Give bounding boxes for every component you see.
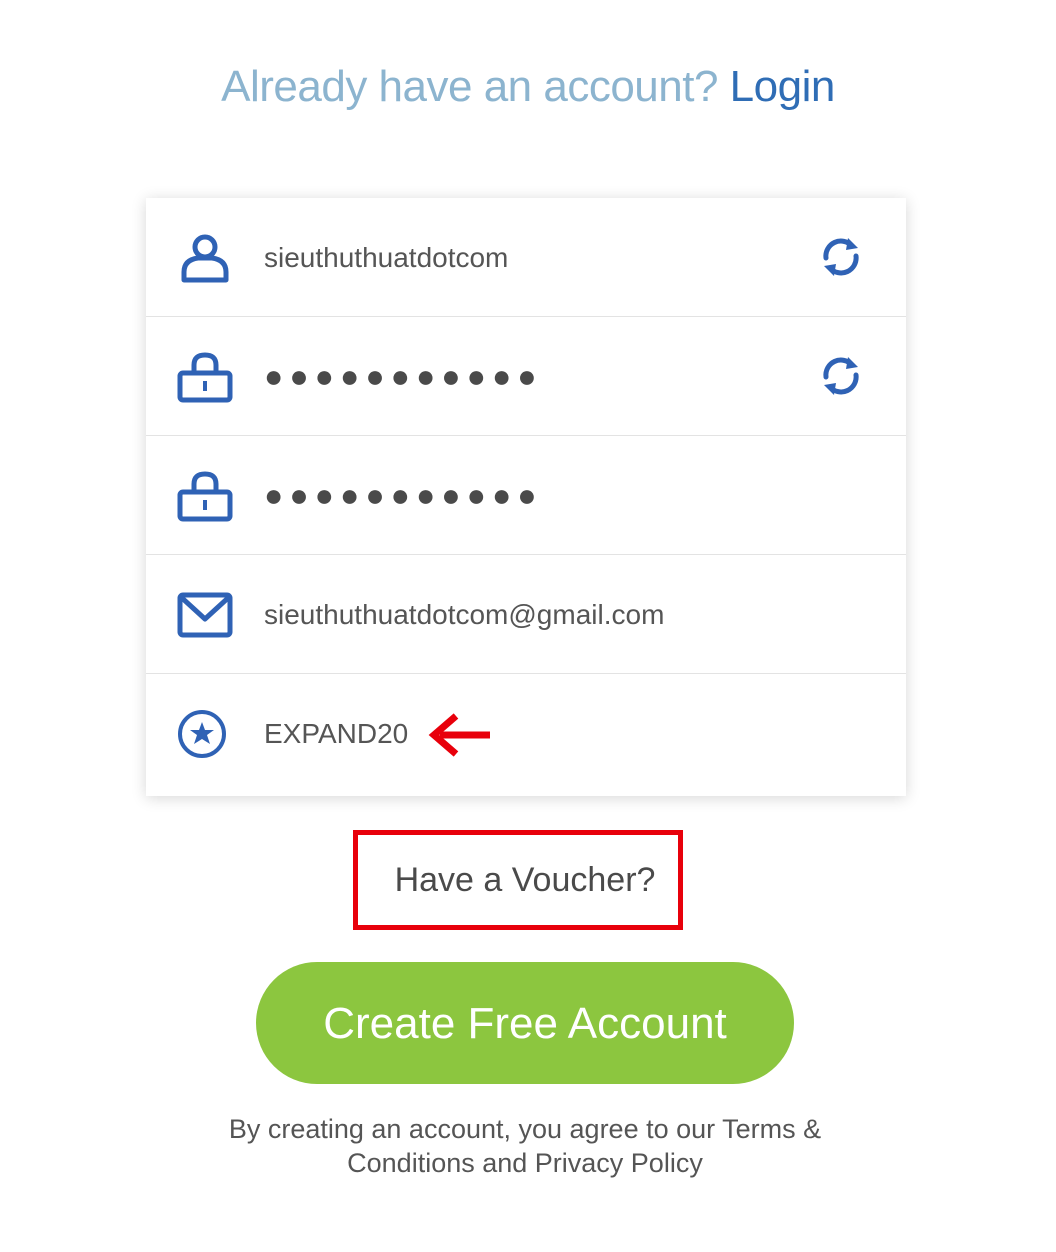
voucher-highlight-box: Have a Voucher? xyxy=(353,830,683,930)
password-input[interactable]: ●●●●●●●●●●● xyxy=(264,317,804,436)
email-input[interactable] xyxy=(264,555,804,674)
user-icon xyxy=(181,234,229,283)
login-link[interactable]: Login xyxy=(730,62,836,111)
envelope-icon xyxy=(177,592,233,638)
voucher-row xyxy=(146,674,906,796)
lock-icon xyxy=(177,352,233,403)
refresh-icon[interactable] xyxy=(818,353,864,399)
login-prompt: Already have an account? Login xyxy=(0,62,1056,112)
arrow-left-icon xyxy=(428,713,490,757)
login-prompt-text: Already have an account? xyxy=(221,62,718,111)
voucher-input[interactable] xyxy=(264,674,414,793)
lock-icon xyxy=(177,471,233,522)
confirm-password-input[interactable]: ●●●●●●●●●●● xyxy=(264,436,804,555)
voucher-link[interactable]: Have a Voucher? xyxy=(358,835,678,925)
signup-form: ●●●●●●●●●●● ●●●●●●●●●●● xyxy=(146,198,906,796)
email-row xyxy=(146,555,906,674)
refresh-icon[interactable] xyxy=(818,234,864,280)
star-circle-icon xyxy=(178,710,226,758)
username-input[interactable] xyxy=(264,198,804,317)
username-row xyxy=(146,198,906,317)
legal-text: By creating an account, you agree to our… xyxy=(228,1114,822,1178)
confirm-password-row: ●●●●●●●●●●● xyxy=(146,436,906,555)
password-row: ●●●●●●●●●●● xyxy=(146,317,906,436)
create-account-button[interactable]: Create Free Account xyxy=(256,962,794,1084)
